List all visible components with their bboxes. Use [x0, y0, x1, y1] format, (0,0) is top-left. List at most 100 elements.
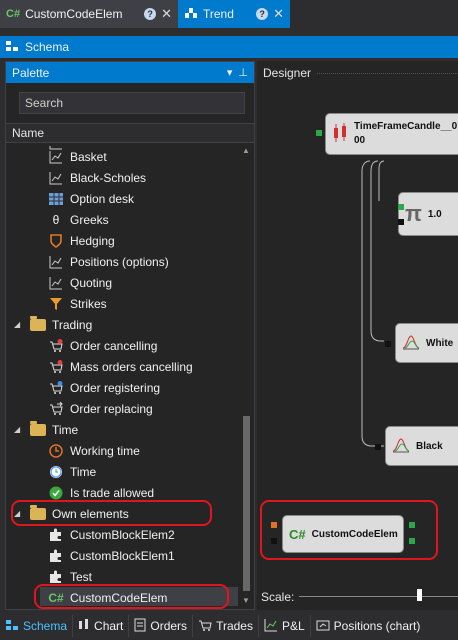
schema-icon: [5, 40, 19, 55]
tree-item[interactable]: Test: [48, 566, 92, 587]
tree-item-label: Test: [70, 569, 93, 584]
tree-item[interactable]: Black-Scholes: [48, 167, 146, 188]
tree-item-label: Black-Scholes: [70, 170, 147, 185]
node-port[interactable]: [398, 204, 404, 210]
pi-icon: π: [405, 201, 422, 226]
tab-label: Trades: [216, 619, 253, 633]
doc-tab-label: CustomCodeElem: [25, 7, 123, 21]
node-port[interactable]: [271, 538, 277, 544]
tree-item[interactable]: Working time: [48, 440, 140, 461]
tree-folder-trading[interactable]: ◢ Trading: [14, 314, 92, 335]
tab-positions-chart[interactable]: Positions (chart): [311, 615, 426, 637]
designer-panel: Designer TimeFrameCandle__0 00 π 1.0 Whi…: [257, 61, 458, 610]
tree-item[interactable]: Positions (options): [48, 251, 169, 272]
tree-item-label: Mass orders cancelling: [70, 359, 193, 374]
node-customcodeelem[interactable]: C# CustomCodeElem: [282, 515, 404, 553]
dropdown-icon[interactable]: ▾: [227, 66, 233, 79]
tree-item-label: Own elements: [52, 506, 129, 521]
tree-folder-own-elements[interactable]: ◢ Own elements: [14, 503, 129, 524]
tree-item-label: Option desk: [70, 191, 135, 206]
tab-chart[interactable]: Chart: [73, 615, 130, 637]
tree-item[interactable]: Quoting: [48, 272, 112, 293]
tab-label: Orders: [150, 619, 188, 633]
line-chart-icon: [48, 275, 64, 291]
chart-icon: [78, 618, 90, 635]
line-chart-icon: [48, 149, 64, 165]
node-port[interactable]: [398, 219, 404, 225]
pin-icon[interactable]: ⊥: [238, 66, 248, 79]
puzzle-icon: [48, 548, 64, 564]
doc-tab-trend[interactable]: Trend ? ✕: [178, 0, 290, 28]
column-header-name[interactable]: Name: [6, 123, 254, 143]
scrollbar-thumb[interactable]: [243, 416, 250, 591]
node-constant[interactable]: π 1.0: [398, 192, 458, 236]
help-icon[interactable]: ?: [144, 8, 157, 20]
tab-orders[interactable]: Orders: [129, 615, 194, 637]
tree-item[interactable]: Order cancelling: [48, 335, 157, 356]
tree-item[interactable]: Is trade allowed: [48, 482, 154, 503]
node-port[interactable]: [409, 538, 415, 544]
theta-icon: θ: [52, 212, 60, 227]
tab-trades[interactable]: Trades: [193, 615, 259, 637]
positions-icon: [316, 618, 330, 635]
tree-item[interactable]: Hedging: [48, 230, 115, 251]
doc-tab-customcodeelem[interactable]: C# CustomCodeElem ? ✕: [0, 0, 178, 28]
palette-scrollbar[interactable]: ▲ ▼: [242, 146, 251, 606]
tab-label: Positions (chart): [333, 619, 421, 633]
doc-tab-label: Trend: [203, 7, 234, 21]
tree-item[interactable]: Mass orders cancelling: [48, 356, 193, 377]
tree-item-label: Working time: [70, 443, 140, 458]
cart-replace-icon: [48, 401, 64, 417]
cart-add-icon: [48, 380, 64, 396]
search-input[interactable]: Search: [19, 92, 245, 114]
node-port[interactable]: [375, 444, 381, 450]
node-black[interactable]: Black: [385, 426, 458, 466]
puzzle-icon: [48, 527, 64, 543]
node-port-out[interactable]: [316, 130, 322, 136]
scroll-down-icon[interactable]: ▼: [242, 596, 250, 605]
line-chart-icon: [264, 618, 278, 635]
tab-schema[interactable]: Schema: [0, 615, 74, 637]
node-port[interactable]: [271, 522, 277, 528]
collapse-arrow-icon[interactable]: ◢: [14, 320, 24, 329]
help-icon[interactable]: ?: [256, 8, 269, 20]
cart-icon: [198, 618, 212, 635]
close-icon[interactable]: ✕: [273, 6, 284, 22]
node-timeframecandle[interactable]: TimeFrameCandle__0 00: [325, 113, 458, 155]
table-icon: [48, 191, 64, 207]
tree-item-label: CustomBlockElem2: [70, 527, 175, 542]
collapse-arrow-icon[interactable]: ◢: [14, 425, 24, 434]
close-icon[interactable]: ✕: [161, 6, 172, 22]
tab-label: P&L: [281, 619, 305, 633]
document-icon: [134, 618, 146, 635]
tab-pnl[interactable]: P&L: [259, 615, 311, 637]
tree-item[interactable]: Option desk: [48, 188, 134, 209]
cart-cancel-icon: [48, 359, 64, 375]
bell-curve-icon: [402, 334, 420, 353]
scroll-up-icon[interactable]: ▲: [242, 146, 250, 155]
palette-panel: Palette ▾ ⊥ Search Name Basket Black-Sch…: [5, 61, 255, 610]
tree-item[interactable]: Order replacing: [48, 398, 153, 419]
collapse-arrow-icon[interactable]: ◢: [14, 509, 24, 518]
bell-curve-icon: [392, 437, 410, 456]
tree-folder-time[interactable]: ◢ Time: [14, 419, 78, 440]
scale-slider-thumb[interactable]: [417, 589, 422, 601]
tree-item-selected[interactable]: C# CustomCodeElem: [40, 587, 238, 606]
csharp-icon: C#: [289, 526, 306, 542]
node-label: 1.0: [427, 208, 442, 220]
tree-item[interactable]: CustomBlockElem2: [48, 524, 175, 545]
tree-item[interactable]: θ Greeks: [48, 209, 109, 230]
scale-slider-track[interactable]: [299, 596, 458, 597]
tree-item[interactable]: Strikes: [48, 293, 107, 314]
tree-item[interactable]: Order registering: [48, 377, 160, 398]
folder-icon: [30, 315, 46, 333]
node-label: CustomCodeElem: [311, 528, 398, 540]
tree-item[interactable]: Time: [48, 461, 96, 482]
node-white[interactable]: White: [395, 323, 458, 363]
node-port[interactable]: [409, 522, 415, 528]
tree-item-label: Time: [70, 464, 97, 479]
tree-item[interactable]: Basket: [48, 146, 107, 167]
tree-item[interactable]: CustomBlockElem1: [48, 545, 175, 566]
node-port[interactable]: [385, 341, 391, 347]
shield-icon: [48, 233, 64, 249]
